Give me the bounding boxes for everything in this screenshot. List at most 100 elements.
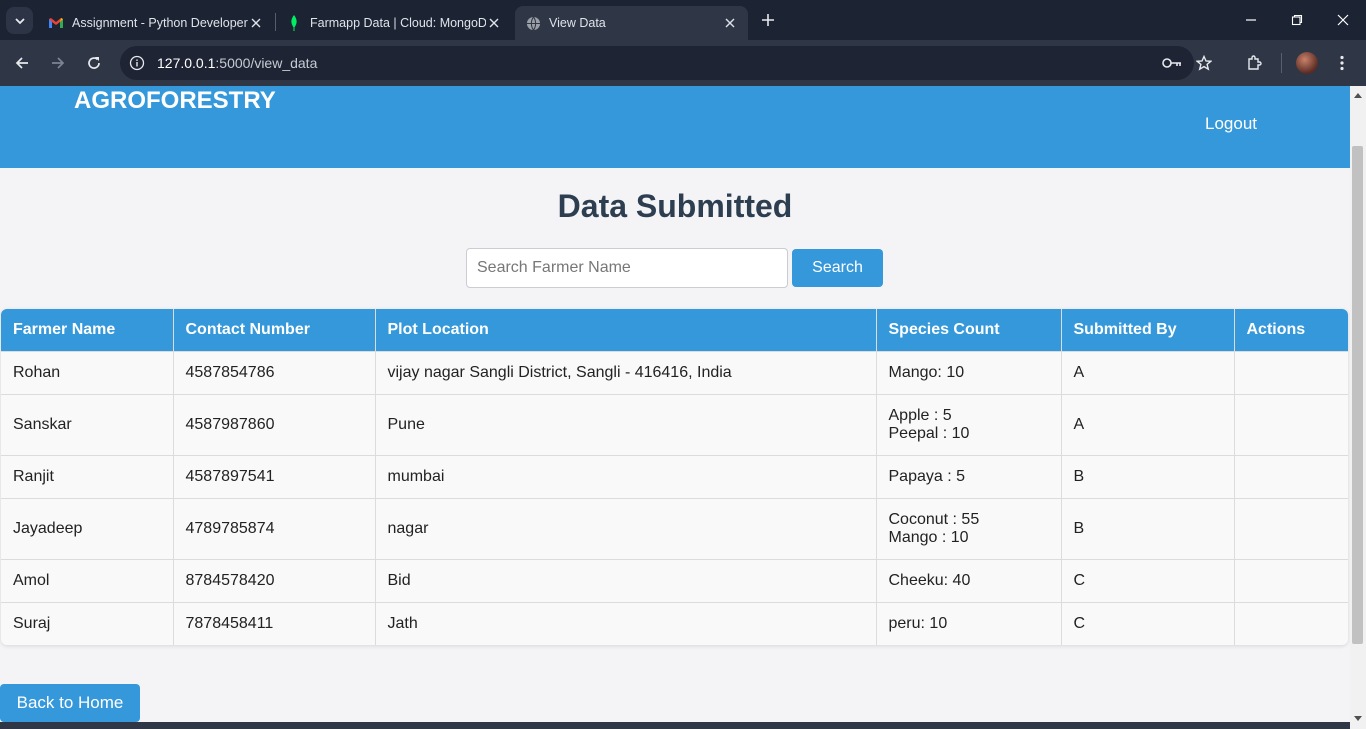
species-entry: Papaya : 5 xyxy=(888,467,966,485)
toolbar-divider xyxy=(1281,53,1282,73)
table-row: Rohan 4587854786 vijay nagar Sangli Dist… xyxy=(1,350,1348,394)
scroll-down-arrow-icon[interactable] xyxy=(1350,712,1366,726)
tab-search-button[interactable] xyxy=(6,7,33,34)
page-viewport: AGROFORESTRY Logout Data Submitted Searc… xyxy=(0,86,1350,722)
minimize-icon xyxy=(1246,19,1256,21)
address-bar[interactable]: 127.0.0.1:5000/view_data xyxy=(120,46,1194,80)
forward-nav-button[interactable] xyxy=(44,49,72,77)
gmail-icon xyxy=(48,15,64,31)
bookmark-star-icon[interactable] xyxy=(1190,49,1218,77)
species-entry: Peepal : 10 xyxy=(888,424,970,442)
cell-species: Coconut : 55 Mango : 10 xyxy=(876,497,1062,559)
cell-contact: 4587854786 xyxy=(173,350,376,394)
scrollbar-thumb[interactable] xyxy=(1352,146,1363,644)
tab-title: View Data xyxy=(549,16,606,30)
chevron-down-icon xyxy=(14,17,25,24)
globe-icon xyxy=(525,15,541,31)
species-entry: Cheeku: 40 xyxy=(888,571,971,589)
kebab-menu-icon[interactable] xyxy=(1328,49,1356,77)
url-host: 127.0.0.1 xyxy=(157,55,216,71)
key-icon[interactable] xyxy=(1158,49,1186,77)
site-header: AGROFORESTRY Logout xyxy=(0,86,1350,168)
cell-submitted-by: A xyxy=(1061,350,1235,394)
close-icon[interactable] xyxy=(486,15,502,31)
browser-tab-strip: Assignment - Python Developer Farmapp Da… xyxy=(0,0,1366,40)
table-header-row: Farmer Name Contact Number Plot Location… xyxy=(1,309,1348,351)
cell-contact: 4587897541 xyxy=(173,454,376,498)
cell-actions xyxy=(1234,454,1348,498)
cell-location: nagar xyxy=(375,497,877,559)
search-input[interactable] xyxy=(466,248,788,288)
header-contact-number: Contact Number xyxy=(173,309,376,351)
arrow-right-icon xyxy=(52,57,65,69)
header-submitted-by: Submitted By xyxy=(1061,309,1235,351)
cell-species: Papaya : 5 xyxy=(876,454,1062,498)
minimize-button[interactable] xyxy=(1228,0,1274,40)
cell-location: Bid xyxy=(375,558,877,602)
tab-assignment[interactable]: Assignment - Python Developer xyxy=(38,6,274,40)
cell-location: vijay nagar Sangli District, Sangli - 41… xyxy=(375,350,877,394)
search-button[interactable]: Search xyxy=(792,249,883,287)
close-icon xyxy=(1337,14,1349,26)
window-close-button[interactable] xyxy=(1320,0,1366,40)
cell-species: Mango: 10 xyxy=(876,350,1062,394)
close-icon[interactable] xyxy=(248,15,264,31)
tab-title: Farmapp Data | Cloud: MongoDB xyxy=(310,16,486,30)
farmer-data-table: Farmer Name Contact Number Plot Location… xyxy=(1,309,1348,645)
cell-species: Cheeku: 40 xyxy=(876,558,1062,602)
cell-species: peru: 10 xyxy=(876,601,1062,645)
url-path: :5000/view_data xyxy=(215,55,318,71)
species-entry: Apple : 5 xyxy=(888,406,952,424)
cell-submitted-by: B xyxy=(1061,454,1235,498)
table-row: Ranjit 4587897541 mumbai Papaya : 5 B xyxy=(1,454,1348,498)
table-row: Jayadeep 4789785874 nagar Coconut : 55 Ma… xyxy=(1,497,1348,559)
reload-button[interactable] xyxy=(80,49,108,77)
restore-button[interactable] xyxy=(1274,0,1320,40)
table-row: Sanskar 4587987860 Pune Apple : 5 Peepal … xyxy=(1,393,1348,455)
back-to-home-button[interactable]: Back to Home xyxy=(0,684,140,722)
taskbar-edge xyxy=(0,722,1350,729)
cell-farmer-name: Ranjit xyxy=(1,454,174,498)
tab-farmapp-data[interactable]: Farmapp Data | Cloud: MongoDB xyxy=(276,6,512,40)
url-text: 127.0.0.1:5000/view_data xyxy=(157,55,317,71)
cell-location: Pune xyxy=(375,393,877,455)
cell-contact: 7878458411 xyxy=(173,601,376,645)
scroll-up-arrow-icon[interactable] xyxy=(1350,88,1366,102)
tab-title: Assignment - Python Developer xyxy=(72,16,248,30)
cell-submitted-by: B xyxy=(1061,497,1235,559)
cell-submitted-by: A xyxy=(1061,393,1235,455)
table-row: Suraj 7878458411 Jath peru: 10 C xyxy=(1,601,1348,645)
cell-actions xyxy=(1234,393,1348,455)
cell-contact: 8784578420 xyxy=(173,558,376,602)
mongodb-leaf-icon xyxy=(286,15,302,31)
logout-link[interactable]: Logout xyxy=(1205,114,1257,134)
species-entry: Mango: 10 xyxy=(888,363,965,381)
back-nav-button[interactable] xyxy=(8,49,36,77)
plus-icon xyxy=(762,14,774,26)
close-icon[interactable] xyxy=(722,15,738,31)
extensions-puzzle-icon[interactable] xyxy=(1240,49,1268,77)
cell-species: Apple : 5 Peepal : 10 xyxy=(876,393,1062,455)
cell-farmer-name: Rohan xyxy=(1,350,174,394)
restore-icon xyxy=(1291,14,1303,26)
tab-view-data[interactable]: View Data xyxy=(515,6,748,40)
cell-submitted-by: C xyxy=(1061,601,1235,645)
header-species-count: Species Count xyxy=(876,309,1062,351)
cell-farmer-name: Amol xyxy=(1,558,174,602)
cell-actions xyxy=(1234,350,1348,394)
cell-farmer-name: Jayadeep xyxy=(1,497,174,559)
profile-avatar[interactable] xyxy=(1296,52,1318,74)
header-actions: Actions xyxy=(1234,309,1348,351)
cell-location: mumbai xyxy=(375,454,877,498)
browser-toolbar: 127.0.0.1:5000/view_data xyxy=(0,40,1366,86)
site-info-icon[interactable] xyxy=(123,49,151,77)
arrow-left-icon xyxy=(15,57,28,69)
cell-actions xyxy=(1234,601,1348,645)
reload-icon xyxy=(88,57,100,69)
new-tab-button[interactable] xyxy=(756,8,780,32)
cell-contact: 4587987860 xyxy=(173,393,376,455)
cell-contact: 4789785874 xyxy=(173,497,376,559)
page-title: Data Submitted xyxy=(557,188,793,224)
cell-location: Jath xyxy=(375,601,877,645)
cell-farmer-name: Suraj xyxy=(1,601,174,645)
